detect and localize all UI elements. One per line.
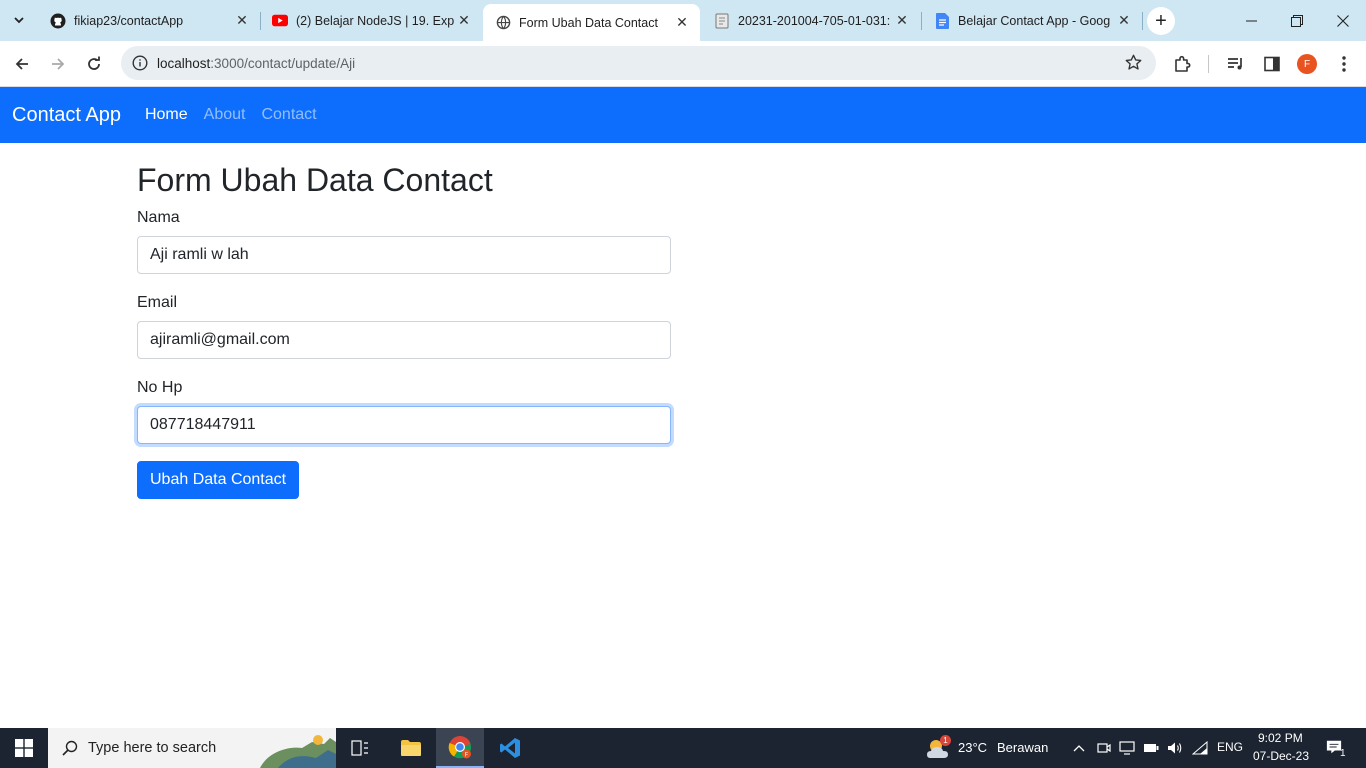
nohp-input[interactable] — [137, 406, 671, 445]
email-label: Email — [137, 294, 178, 312]
tab-title: (2) Belajar NodeJS | 19. Expr — [296, 13, 454, 28]
google-docs-icon — [934, 12, 950, 29]
reload-icon — [88, 56, 100, 70]
side-panel-icon[interactable] — [1258, 50, 1286, 78]
taskbar-search-box[interactable]: Type here to search — [48, 728, 336, 768]
task-view-button[interactable] — [336, 728, 384, 768]
profile-avatar[interactable]: F — [1297, 54, 1317, 74]
chevron-down-icon — [14, 17, 24, 24]
app-navbar: Contact App Home About Contact — [0, 87, 1366, 143]
close-icon[interactable]: ✕ — [892, 11, 912, 31]
url-host: localhost — [157, 55, 211, 71]
close-icon[interactable]: ✕ — [232, 11, 252, 31]
close-icon[interactable]: ✕ — [454, 11, 474, 31]
github-icon — [50, 13, 66, 29]
language-indicator[interactable]: ENG — [1217, 740, 1243, 754]
search-highlight-image — [258, 732, 336, 768]
minimize-icon — [1245, 20, 1257, 21]
browser-toolbar: localhost:3000/contact/update/Aji F — [0, 41, 1366, 87]
tab-document[interactable]: 20231-201004-705-01-031: L ✕ — [702, 0, 920, 41]
folder-icon — [401, 740, 421, 756]
brand-link[interactable]: Contact App — [12, 104, 121, 127]
window-close-button[interactable] — [1320, 0, 1366, 41]
file-explorer-button[interactable] — [387, 728, 435, 768]
restore-button[interactable] — [1274, 0, 1320, 41]
browser-tabstrip: fikiap23/contactApp ✕ (2) Belajar NodeJS… — [0, 0, 1366, 41]
search-icon — [62, 740, 78, 756]
tab-separator — [1142, 12, 1143, 30]
clock-time[interactable]: 9:02 PM — [1258, 731, 1303, 745]
nav-link-about[interactable]: About — [204, 106, 246, 124]
meet-now-icon[interactable] — [1096, 740, 1112, 756]
weather-badge: 1 — [940, 735, 951, 746]
minimize-button[interactable] — [1228, 0, 1274, 41]
nohp-label: No Hp — [137, 379, 183, 397]
windows-logo-icon — [15, 739, 33, 757]
chevron-up-icon[interactable] — [1071, 740, 1087, 756]
battery-icon[interactable] — [1143, 740, 1159, 756]
arrow-right-icon — [52, 58, 65, 70]
tab-google-docs[interactable]: Belajar Contact App - Goog ✕ — [922, 0, 1142, 41]
tab-title: 20231-201004-705-01-031: L — [738, 13, 892, 28]
close-icon[interactable]: ✕ — [672, 13, 692, 33]
globe-icon — [495, 15, 511, 31]
submit-button[interactable]: Ubah Data Contact — [137, 461, 300, 500]
volume-icon[interactable] — [1167, 740, 1183, 756]
close-icon — [1337, 14, 1349, 27]
forward-button[interactable] — [43, 49, 73, 79]
wifi-icon[interactable] — [1192, 740, 1208, 756]
plus-icon: + — [1155, 9, 1167, 32]
tab-search-button[interactable] — [6, 7, 32, 33]
chrome-taskbar-button[interactable]: F — [436, 728, 484, 768]
browser-menu-icon[interactable] — [1330, 50, 1358, 78]
windows-taskbar: Type here to search F 1 23°C Berawan ENG… — [0, 728, 1366, 768]
tab-form-ubah[interactable]: Form Ubah Data Contact ✕ — [483, 4, 700, 41]
media-control-icon[interactable] — [1222, 50, 1250, 78]
new-tab-button[interactable]: + — [1147, 7, 1175, 35]
weather-temperature[interactable]: 23°C — [958, 740, 987, 755]
youtube-icon — [272, 13, 288, 29]
address-bar[interactable]: localhost:3000/contact/update/Aji — [121, 46, 1156, 80]
site-info-icon[interactable] — [123, 55, 157, 71]
document-icon — [714, 13, 730, 29]
nama-label: Nama — [137, 209, 180, 227]
notification-count: 1 — [1340, 748, 1346, 759]
arrow-left-icon — [15, 58, 28, 70]
tab-title: fikiap23/contactApp — [74, 13, 184, 28]
weather-description[interactable]: Berawan — [997, 740, 1048, 755]
display-icon[interactable] — [1119, 740, 1135, 756]
url-path: :3000/contact/update/Aji — [210, 55, 356, 71]
page-title: Form Ubah Data Contact — [137, 162, 493, 198]
nama-input[interactable] — [137, 236, 671, 275]
toolbar-separator — [1208, 55, 1209, 73]
vscode-taskbar-button[interactable] — [486, 728, 534, 768]
reload-button[interactable] — [79, 49, 109, 79]
url-text: localhost:3000/contact/update/Aji — [157, 56, 355, 71]
tab-github[interactable]: fikiap23/contactApp ✕ — [38, 0, 260, 41]
task-view-icon — [351, 740, 368, 756]
extensions-icon[interactable] — [1168, 50, 1196, 78]
vscode-icon — [500, 738, 520, 758]
bookmark-star-icon[interactable] — [1125, 54, 1142, 76]
start-button[interactable] — [0, 728, 48, 768]
main-content: Form Ubah Data Contact Nama Email No Hp … — [137, 143, 671, 500]
svg-text:F: F — [465, 752, 469, 759]
tab-youtube[interactable]: (2) Belajar NodeJS | 19. Expr ✕ — [260, 0, 482, 41]
email-input[interactable] — [137, 321, 671, 360]
back-button[interactable] — [7, 49, 37, 79]
close-icon[interactable]: ✕ — [1114, 11, 1134, 31]
restore-icon — [1291, 14, 1303, 27]
tab-title: Belajar Contact App - Goog — [958, 13, 1111, 28]
clock-date[interactable]: 07-Dec-23 — [1253, 749, 1309, 763]
chrome-icon: F — [448, 736, 472, 759]
search-placeholder: Type here to search — [88, 740, 217, 756]
nav-link-contact[interactable]: Contact — [261, 106, 316, 124]
nav-link-home[interactable]: Home — [145, 106, 188, 124]
tab-title: Form Ubah Data Contact — [519, 15, 658, 30]
